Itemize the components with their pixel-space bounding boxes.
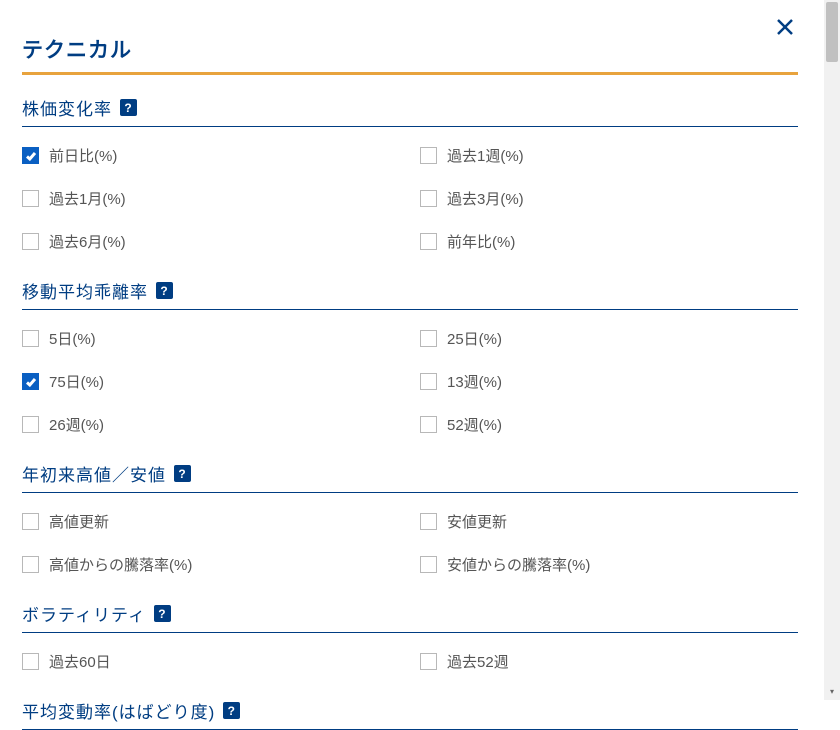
scrollbar-track[interactable]: ▾ [824,0,840,700]
section-header: 平均変動率(はばどり度)? [22,698,798,730]
option-label: 過去1週(%) [447,145,524,166]
checkbox-option[interactable]: 前日比(%) [22,145,400,166]
checkbox[interactable] [420,653,437,670]
checkbox[interactable] [420,416,437,433]
section-header: 株価変化率? [22,95,798,127]
checkbox-option[interactable]: 過去6月(%) [22,231,400,252]
section-title: 平均変動率(はばどり度) [22,698,215,723]
checkbox[interactable] [22,556,39,573]
checkbox-option[interactable]: 過去3月(%) [420,188,798,209]
checkbox-option[interactable]: 過去52週 [420,651,798,672]
section: 移動平均乖離率? 5日(%) 25日(%) 75日(%) 13週(%) 26週(%) 52週… [22,278,798,435]
option-label: 13週(%) [447,371,502,392]
option-label: 25日(%) [447,328,502,349]
checkbox-option[interactable]: 高値からの騰落率(%) [22,554,400,575]
help-icon[interactable]: ? [120,99,137,116]
checkbox[interactable] [22,653,39,670]
page-title: テクニカル [22,34,798,75]
section-title: ボラティリティ [22,601,146,626]
checkbox-option[interactable]: 過去1週(%) [420,145,798,166]
section-title: 株価変化率 [22,95,112,120]
checkbox[interactable] [420,330,437,347]
section-title: 移動平均乖離率 [22,278,148,303]
close-icon [776,18,794,36]
help-icon[interactable]: ? [154,605,171,622]
options-grid: 前日比(%) 過去1週(%) 過去1月(%) 過去3月(%) 過去6月(%) 前年比(%) [22,145,798,252]
section: 平均変動率(はばどり度)? [22,698,798,730]
scrollbar-thumb[interactable] [826,2,838,62]
checkbox[interactable] [22,147,39,164]
options-grid: 過去60日 過去52週 [22,651,798,672]
scrollbar-down-arrow[interactable]: ▾ [826,686,838,698]
help-icon[interactable]: ? [156,282,173,299]
checkbox[interactable] [22,373,39,390]
checkbox[interactable] [22,416,39,433]
options-grid: 5日(%) 25日(%) 75日(%) 13週(%) 26週(%) 52週(%) [22,328,798,435]
option-label: 過去1月(%) [49,188,126,209]
options-grid: 高値更新 安値更新高値からの騰落率(%) 安値からの騰落率(%) [22,511,798,575]
section-header: ボラティリティ? [22,601,798,633]
help-icon[interactable]: ? [174,465,191,482]
section: ボラティリティ? 過去60日 過去52週 [22,601,798,672]
checkbox[interactable] [420,373,437,390]
option-label: 安値からの騰落率(%) [447,554,590,575]
checkbox-option[interactable]: 13週(%) [420,371,798,392]
checkbox-option[interactable]: 5日(%) [22,328,400,349]
option-label: 5日(%) [49,328,96,349]
checkbox-option[interactable]: 26週(%) [22,414,400,435]
checkbox[interactable] [22,330,39,347]
checkbox-option[interactable]: 安値更新 [420,511,798,532]
checkbox-option[interactable]: 25日(%) [420,328,798,349]
option-label: 52週(%) [447,414,502,435]
option-label: 前年比(%) [447,231,515,252]
checkbox[interactable] [420,556,437,573]
section-header: 年初来高値／安値? [22,461,798,493]
checkbox-option[interactable]: 過去1月(%) [22,188,400,209]
option-label: 過去52週 [447,651,509,672]
checkbox-option[interactable]: 高値更新 [22,511,400,532]
option-label: 高値更新 [49,511,109,532]
checkbox-option[interactable]: 52週(%) [420,414,798,435]
close-button[interactable] [776,18,798,40]
option-label: 26週(%) [49,414,104,435]
option-label: 安値更新 [447,511,507,532]
checkbox-option[interactable]: 前年比(%) [420,231,798,252]
option-label: 過去6月(%) [49,231,126,252]
help-icon[interactable]: ? [223,702,240,719]
option-label: 過去3月(%) [447,188,524,209]
section-header: 移動平均乖離率? [22,278,798,310]
checkbox-option[interactable]: 75日(%) [22,371,400,392]
checkbox[interactable] [22,513,39,530]
section: 年初来高値／安値? 高値更新 安値更新高値からの騰落率(%) 安値からの騰落率(%) [22,461,798,575]
checkbox-option[interactable]: 安値からの騰落率(%) [420,554,798,575]
checkbox[interactable] [420,147,437,164]
checkbox[interactable] [22,233,39,250]
option-label: 過去60日 [49,651,111,672]
section-title: 年初来高値／安値 [22,461,166,486]
option-label: 前日比(%) [49,145,117,166]
option-label: 高値からの騰落率(%) [49,554,192,575]
checkbox-option[interactable]: 過去60日 [22,651,400,672]
checkbox[interactable] [420,233,437,250]
checkbox[interactable] [420,190,437,207]
checkbox[interactable] [22,190,39,207]
checkbox[interactable] [420,513,437,530]
section: 株価変化率? 前日比(%) 過去1週(%) 過去1月(%) 過去3月(%) 過去6月(%)… [22,95,798,252]
option-label: 75日(%) [49,371,104,392]
